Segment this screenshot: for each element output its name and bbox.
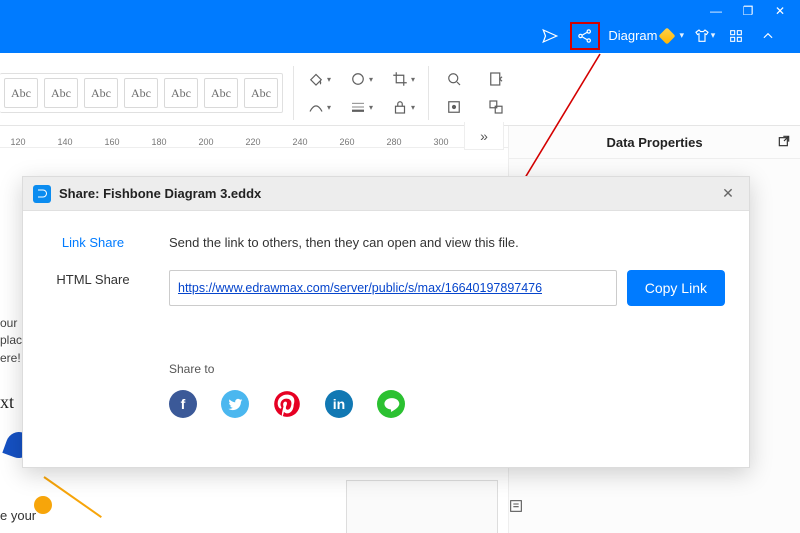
page-replace-icon[interactable]: [481, 67, 511, 91]
chevron-down-icon: ▾: [679, 30, 684, 41]
ruler-tick: 300: [431, 137, 451, 147]
share-to-label: Share to: [169, 362, 725, 376]
status-icons: [508, 498, 524, 514]
ruler-tick: 260: [337, 137, 357, 147]
popout-icon[interactable]: [776, 133, 792, 152]
link-row: https://www.edrawmax.com/server/public/s…: [169, 270, 725, 306]
dialog-tabs: Link Share HTML Share: [23, 211, 163, 467]
line-icon[interactable]: [377, 390, 405, 418]
dialog-header: Share: Fishbone Diagram 3.eddx ✕: [23, 177, 749, 211]
premium-diamond-icon: [659, 27, 676, 44]
close-dialog-button[interactable]: ✕: [717, 185, 739, 202]
search-icon[interactable]: [439, 67, 469, 91]
ruler-tick: 180: [149, 137, 169, 147]
focus-select-icon[interactable]: [439, 95, 469, 119]
side-panel-header: Data Properties: [509, 126, 800, 159]
line-weight-icon[interactable]: ▾: [346, 95, 376, 119]
social-buttons: f in: [169, 390, 725, 418]
separator: [293, 66, 294, 120]
title-bar: — ❐ ✕ Diagram ▾ ▾: [0, 0, 800, 53]
share-url-field[interactable]: https://www.edrawmax.com/server/public/s…: [169, 270, 617, 306]
pinterest-icon[interactable]: [273, 390, 301, 418]
ruler-tick: 200: [196, 137, 216, 147]
view-tools: [439, 67, 511, 119]
separator: [428, 66, 429, 120]
collapse-ribbon-icon[interactable]: [756, 24, 780, 48]
style-swatch[interactable]: Abc: [4, 78, 38, 108]
window-controls: — ❐ ✕: [700, 2, 796, 20]
dialog-title: Share: Fishbone Diagram 3.eddx: [59, 186, 261, 201]
dialog-main: Send the link to others, then they can o…: [163, 211, 749, 467]
style-swatch[interactable]: Abc: [84, 78, 118, 108]
share-description: Send the link to others, then they can o…: [169, 235, 725, 250]
close-window-button[interactable]: ✕: [764, 2, 796, 20]
page-list-icon[interactable]: [508, 498, 524, 514]
shape-circle-icon[interactable]: ▾: [346, 67, 376, 91]
tab-html-share[interactable]: HTML Share: [39, 272, 147, 287]
crop-icon[interactable]: ▾: [388, 67, 418, 91]
chevron-down-icon: ▾: [711, 30, 716, 41]
twitter-icon[interactable]: [221, 390, 249, 418]
share-dialog: Share: Fishbone Diagram 3.eddx ✕ Link Sh…: [22, 176, 750, 468]
diagram-menu[interactable]: Diagram ▾: [608, 28, 684, 43]
send-icon[interactable]: [538, 24, 562, 48]
maximize-button[interactable]: ❐: [732, 2, 764, 20]
facebook-icon[interactable]: f: [169, 390, 197, 418]
side-panel-title: Data Properties: [606, 135, 702, 150]
ruler-tick: 160: [102, 137, 122, 147]
canvas-text-fragment: e your: [0, 508, 36, 523]
share-icon[interactable]: [573, 24, 597, 48]
group-icon[interactable]: [481, 95, 511, 119]
style-gallery[interactable]: Abc Abc Abc Abc Abc Abc Abc: [0, 73, 283, 113]
line-style-icon[interactable]: ▾: [304, 95, 334, 119]
ribbon-toolbar: Abc Abc Abc Abc Abc Abc Abc ▾ ▾ ▾ ▾ ▾ ▾: [0, 53, 800, 126]
ruler-tick: 220: [243, 137, 263, 147]
ruler-tick: 120: [8, 137, 28, 147]
linkedin-icon[interactable]: in: [325, 390, 353, 418]
copy-link-button[interactable]: Copy Link: [627, 270, 725, 306]
ruler-tick: 280: [384, 137, 404, 147]
tab-link-share[interactable]: Link Share: [39, 235, 147, 250]
canvas-text-node[interactable]: xt: [0, 392, 14, 413]
apps-grid-icon[interactable]: [724, 24, 748, 48]
diagram-label: Diagram: [608, 28, 657, 43]
lock-icon[interactable]: ▾: [388, 95, 418, 119]
canvas-shape-circle[interactable]: [34, 496, 52, 514]
canvas-text-fragment: our plac ere!: [0, 315, 22, 367]
ruler-tick: 240: [290, 137, 310, 147]
share-url-link[interactable]: https://www.edrawmax.com/server/public/s…: [178, 281, 542, 295]
horizontal-ruler: 120 140 160 180 200 220 240 260 280 300: [8, 126, 451, 148]
style-swatch[interactable]: Abc: [244, 78, 278, 108]
tshirt-icon[interactable]: ▾: [692, 24, 716, 48]
style-swatch[interactable]: Abc: [124, 78, 158, 108]
ruler-tick: 140: [55, 137, 75, 147]
style-swatch[interactable]: Abc: [204, 78, 238, 108]
share-to-section: Share to f in: [169, 362, 725, 418]
style-swatch[interactable]: Abc: [44, 78, 78, 108]
fill-bucket-icon[interactable]: ▾: [304, 67, 334, 91]
format-tools: ▾ ▾ ▾ ▾ ▾ ▾: [304, 67, 418, 119]
share-button-highlight: [570, 22, 600, 50]
panel-collapse-button[interactable]: »: [464, 122, 504, 150]
style-swatch[interactable]: Abc: [164, 78, 198, 108]
dialog-body: Link Share HTML Share Send the link to o…: [23, 211, 749, 467]
app-logo-icon: [33, 185, 51, 203]
status-panel-fragment: [346, 480, 498, 533]
minimize-button[interactable]: —: [700, 2, 732, 20]
canvas-connector[interactable]: [43, 476, 101, 518]
